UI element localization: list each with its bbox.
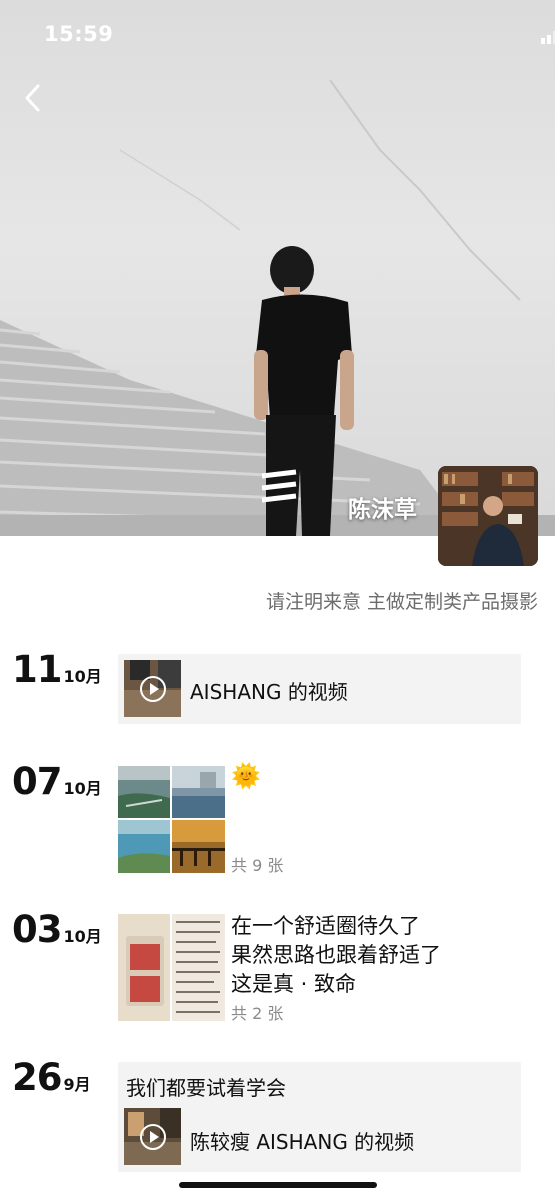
post-text-line: 这是真 · 致命 <box>231 972 357 996</box>
post-text-line: 在一个舒适圈待久了 <box>231 914 420 938</box>
post-day: 26 <box>12 1056 62 1099</box>
post-day: 11 <box>12 648 62 691</box>
cover-image <box>0 79 555 536</box>
post-date: 03 10月 <box>12 908 102 951</box>
post-month: 10月 <box>63 779 102 798</box>
cover-photo[interactable]: 15:59 陈沫草 <box>0 0 555 536</box>
post-month: 10月 <box>63 927 102 946</box>
status-time: 15:59 <box>44 22 114 46</box>
post-text: 在一个舒适圈待久了 果然思路也跟着舒适了 这是真 · 致命 <box>231 912 441 999</box>
photo-thumbnail <box>172 766 225 818</box>
play-icon <box>140 676 166 702</box>
signal-icon <box>541 31 555 44</box>
post-text: 我们都要试着学会 <box>126 1076 286 1100</box>
sun-emoji: 🌞 <box>231 762 261 790</box>
post-date: 07 10月 <box>12 760 102 803</box>
photo-count: 共 9 张 <box>231 856 284 875</box>
photo-thumbnail <box>118 914 170 1021</box>
chevron-left-icon <box>25 84 40 112</box>
play-icon <box>140 1124 166 1150</box>
profile-signature: 请注明来意 主做定制类产品摄影 <box>265 591 538 613</box>
post-text-line: 果然思路也跟着舒适了 <box>231 943 441 967</box>
avatar[interactable] <box>438 466 538 566</box>
photo-thumbnail <box>118 820 170 873</box>
profile-name: 陈沫草 <box>348 497 417 523</box>
home-indicator[interactable] <box>179 1182 377 1188</box>
photo-thumbnail <box>172 914 225 1021</box>
back-button[interactable] <box>18 82 48 114</box>
video-card[interactable]: AISHANG 的视频 <box>118 654 521 724</box>
post-date: 26 9月 <box>12 1056 91 1099</box>
photo-grid[interactable] <box>118 914 225 1021</box>
post-day: 03 <box>12 908 62 951</box>
post-day: 07 <box>12 760 62 803</box>
video-title: 陈较瘦 AISHANG 的视频 <box>190 1130 415 1154</box>
shared-video-card[interactable]: 我们都要试着学会 陈较瘦 AISHANG 的视频 <box>118 1062 521 1172</box>
video-thumbnail <box>124 660 181 717</box>
post-month: 10月 <box>63 667 102 686</box>
photo-grid[interactable] <box>118 766 225 873</box>
video-title: AISHANG 的视频 <box>190 680 348 704</box>
video-thumbnail <box>124 1108 181 1165</box>
photo-count: 共 2 张 <box>231 1004 284 1023</box>
post-month: 9月 <box>63 1075 91 1094</box>
post-date: 11 10月 <box>12 648 102 691</box>
photo-thumbnail <box>118 766 170 818</box>
photo-thumbnail <box>172 820 225 873</box>
